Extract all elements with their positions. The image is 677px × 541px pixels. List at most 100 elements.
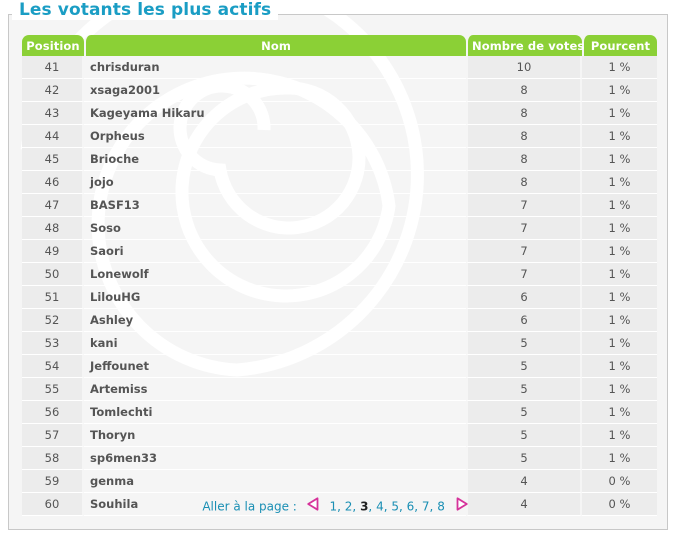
cell-votes: 7 — [466, 240, 582, 263]
table-row: 48 Soso 7 1 % — [22, 217, 657, 240]
cell-votes: 5 — [466, 355, 582, 378]
cell-percent: 1 % — [582, 56, 657, 79]
cell-percent: 1 % — [582, 378, 657, 401]
table-row: 53 kani 5 1 % — [22, 332, 657, 355]
table-row: 50 Lonewolf 7 1 % — [22, 263, 657, 286]
cell-name[interactable]: BASF13 — [84, 194, 466, 217]
cell-name[interactable]: LilouHG — [84, 286, 466, 309]
cell-percent: 1 % — [582, 332, 657, 355]
cell-percent: 1 % — [582, 424, 657, 447]
cell-position: 51 — [22, 286, 84, 309]
cell-percent: 1 % — [582, 171, 657, 194]
votes-table: Position Nom Nombre de votes Pourcent 41… — [22, 35, 657, 516]
cell-votes: 8 — [466, 171, 582, 194]
cell-position: 43 — [22, 102, 84, 125]
column-header-nom[interactable]: Nom — [84, 35, 466, 56]
page-separator: , — [352, 499, 361, 514]
cell-votes: 4 — [466, 470, 582, 493]
cell-position: 50 — [22, 263, 84, 286]
table-row: 41 chrisduran 10 1 % — [22, 56, 657, 79]
cell-votes: 6 — [466, 309, 582, 332]
cell-name[interactable]: genma — [84, 470, 466, 493]
cell-percent: 1 % — [582, 240, 657, 263]
table-header-row: Position Nom Nombre de votes Pourcent — [22, 35, 657, 56]
cell-position: 54 — [22, 355, 84, 378]
cell-percent: 1 % — [582, 148, 657, 171]
cell-votes: 5 — [466, 401, 582, 424]
cell-votes: 7 — [466, 217, 582, 240]
cell-position: 48 — [22, 217, 84, 240]
cell-position: 46 — [22, 171, 84, 194]
cell-votes: 8 — [466, 79, 582, 102]
table-row: 49 Saori 7 1 % — [22, 240, 657, 263]
column-header-pourcent[interactable]: Pourcent — [582, 35, 657, 56]
cell-percent: 1 % — [582, 217, 657, 240]
table-row: 43 Kageyama Hikaru 8 1 % — [22, 102, 657, 125]
cell-name[interactable]: Ashley — [84, 309, 466, 332]
cell-position: 58 — [22, 447, 84, 470]
cell-name[interactable]: kani — [84, 332, 466, 355]
cell-name[interactable]: Orpheus — [84, 125, 466, 148]
cell-name[interactable]: chrisduran — [84, 56, 466, 79]
cell-position: 41 — [22, 56, 84, 79]
page-link[interactable]: 4 — [376, 500, 384, 514]
cell-percent: 1 % — [582, 263, 657, 286]
cell-position: 42 — [22, 79, 84, 102]
page-separator: , — [398, 499, 407, 514]
page-link[interactable]: 8 — [437, 500, 445, 514]
cell-name[interactable]: Artemiss — [84, 378, 466, 401]
page-separator: , — [368, 499, 377, 514]
cell-position: 56 — [22, 401, 84, 424]
table-row: 44 Orpheus 8 1 % — [22, 125, 657, 148]
column-header-position[interactable]: Position — [22, 35, 84, 56]
page-link[interactable]: 1 — [330, 500, 338, 514]
cell-name[interactable]: Kageyama Hikaru — [84, 102, 466, 125]
cell-name[interactable]: Lonewolf — [84, 263, 466, 286]
cell-percent: 1 % — [582, 447, 657, 470]
cell-position: 44 — [22, 125, 84, 148]
cell-name[interactable]: Thoryn — [84, 424, 466, 447]
page-separator: , — [414, 499, 422, 514]
cell-percent: 1 % — [582, 401, 657, 424]
cell-name[interactable]: Brioche — [84, 148, 466, 171]
votes-table-body: 41 chrisduran 10 1 % 42 xsaga2001 8 1 % 43 Kageya… — [22, 56, 657, 516]
cell-position: 52 — [22, 309, 84, 332]
cell-votes: 7 — [466, 263, 582, 286]
table-row: 45 Brioche 8 1 % — [22, 148, 657, 171]
cell-percent: 1 % — [582, 125, 657, 148]
table-row: 54 Jeffounet 5 1 % — [22, 355, 657, 378]
cell-votes: 5 — [466, 332, 582, 355]
cell-position: 59 — [22, 470, 84, 493]
pagination: Aller à la page : 1, 2, 3, 4, 5, 6, 7, 8 — [9, 497, 667, 515]
page-link[interactable]: 5 — [391, 500, 399, 514]
cell-name[interactable]: Tomlechti — [84, 401, 466, 424]
triangle-right-icon[interactable] — [454, 497, 469, 514]
table-row: 56 Tomlechti 5 1 % — [22, 401, 657, 424]
page-separator: , — [337, 499, 345, 514]
cell-percent: 0 % — [582, 470, 657, 493]
cell-position: 53 — [22, 332, 84, 355]
cell-votes: 6 — [466, 286, 582, 309]
table-row: 42 xsaga2001 8 1 % — [22, 79, 657, 102]
cell-position: 55 — [22, 378, 84, 401]
column-header-nombre-de-votes[interactable]: Nombre de votes — [466, 35, 584, 56]
cell-votes: 8 — [466, 102, 582, 125]
cell-votes: 5 — [466, 447, 582, 470]
cell-position: 45 — [22, 148, 84, 171]
cell-votes: 5 — [466, 378, 582, 401]
cell-name[interactable]: Soso — [84, 217, 466, 240]
triangle-left-icon[interactable] — [306, 497, 321, 514]
cell-name[interactable]: jojo — [84, 171, 466, 194]
page-link[interactable]: 7 — [422, 500, 430, 514]
cell-name[interactable]: sp6men33 — [84, 447, 466, 470]
table-row: 52 Ashley 6 1 % — [22, 309, 657, 332]
page-number-list: 1, 2, 3, 4, 5, 6, 7, 8 — [330, 500, 445, 514]
cell-name[interactable]: Saori — [84, 240, 466, 263]
cell-name[interactable]: xsaga2001 — [84, 79, 466, 102]
cell-votes: 10 — [466, 56, 582, 79]
cell-votes: 8 — [466, 125, 582, 148]
votes-table-container: Position Nom Nombre de votes Pourcent 41… — [22, 35, 657, 516]
cell-name[interactable]: Jeffounet — [84, 355, 466, 378]
cell-percent: 1 % — [582, 309, 657, 332]
cell-percent: 1 % — [582, 194, 657, 217]
